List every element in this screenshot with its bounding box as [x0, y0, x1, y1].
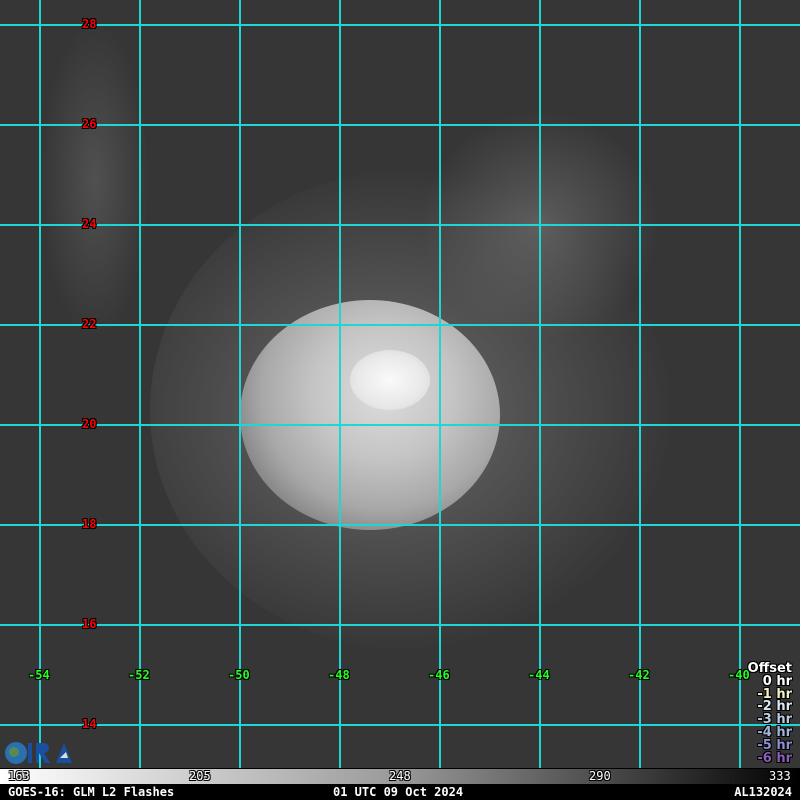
meridian-line: [339, 0, 341, 768]
lat-label: 26: [82, 117, 97, 131]
lon-label: -42: [628, 668, 650, 682]
colorbar-tick: 205: [189, 769, 211, 783]
lon-label: -48: [328, 668, 350, 682]
lat-label: 14: [82, 717, 97, 731]
lat-label: 28: [82, 17, 97, 31]
lon-label: -46: [428, 668, 450, 682]
lat-label: 18: [82, 517, 97, 531]
meridian-line: [439, 0, 441, 768]
storm-id: AL132024: [734, 785, 792, 799]
lon-label: -50: [228, 668, 250, 682]
satellite-image: 28 26 24 22 20 18 16 14 -54 -52 -50 -48 …: [0, 0, 800, 768]
legend-item: -6 hr: [757, 750, 792, 766]
product-label: GOES-16: GLM L2 Flashes: [8, 785, 175, 799]
lon-label: -54: [28, 668, 50, 682]
meridian-line: [239, 0, 241, 768]
parallel-line: [0, 224, 800, 226]
colorbar-tick: 248: [389, 769, 411, 783]
timestamp: 01 UTC 09 Oct 2024: [333, 785, 464, 799]
meridian-line: [539, 0, 541, 768]
colorbar-tick: 163: [8, 769, 30, 783]
lon-label: -44: [528, 668, 550, 682]
parallel-line: [0, 524, 800, 526]
meridian-line: [139, 0, 141, 768]
lat-label: 22: [82, 317, 97, 331]
parallel-line: [0, 624, 800, 626]
western-cloud-streak: [40, 20, 150, 340]
meridian-line: [39, 0, 41, 768]
meridian-line: [639, 0, 641, 768]
parallel-line: [0, 24, 800, 26]
footer-bar: GOES-16: GLM L2 Flashes 01 UTC 09 Oct 20…: [0, 784, 800, 800]
parallel-line: [0, 324, 800, 326]
storm-core: [350, 350, 430, 410]
lon-label: -40: [728, 668, 750, 682]
cira-logo: [4, 740, 74, 766]
parallel-line: [0, 124, 800, 126]
lat-label: 24: [82, 217, 97, 231]
cdo: [240, 300, 500, 530]
lat-label: 16: [82, 617, 97, 631]
parallel-line: [0, 724, 800, 726]
parallel-line: [0, 424, 800, 426]
colorbar-tick: 333: [769, 769, 791, 783]
brightness-colorbar: 163 205 248 290 333: [0, 768, 800, 785]
offset-legend: Offset 0 hr -1 hr -2 hr -3 hr -4 hr -5 h…: [748, 662, 792, 766]
colorbar-tick: 290: [589, 769, 611, 783]
meridian-line: [739, 0, 741, 768]
lat-label: 20: [82, 417, 97, 431]
satellite-viewer: 28 26 24 22 20 18 16 14 -54 -52 -50 -48 …: [0, 0, 800, 800]
lon-label: -52: [128, 668, 150, 682]
